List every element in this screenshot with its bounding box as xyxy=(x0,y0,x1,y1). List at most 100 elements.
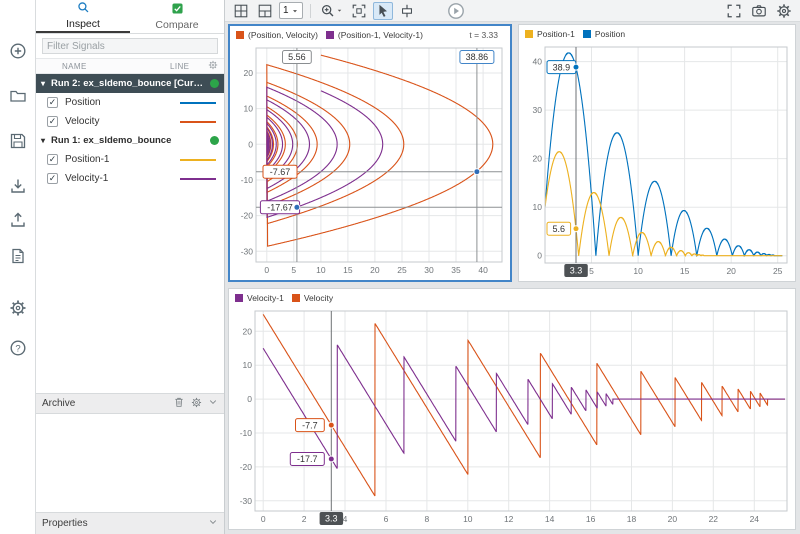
legend-swatch xyxy=(235,294,243,302)
gear-icon xyxy=(777,3,791,18)
gear-icon xyxy=(191,397,202,407)
plot-toolbar: 1 xyxy=(225,0,800,22)
properties-collapse-button[interactable] xyxy=(208,517,218,530)
run-row[interactable]: ▾ Run 2: ex_sldemo_bounce [Current] xyxy=(36,74,224,93)
fullscreen-button[interactable] xyxy=(724,2,744,20)
subplot-count-dropdown[interactable]: 1 xyxy=(279,2,303,19)
chevron-down-icon xyxy=(209,400,217,405)
y-tick-label: 10 xyxy=(533,202,543,212)
save-button[interactable] xyxy=(6,130,30,152)
y-tick-label: -20 xyxy=(240,462,253,472)
legend-item[interactable]: Position xyxy=(582,29,625,39)
chevron-down-icon xyxy=(209,520,217,525)
plot-settings-button[interactable] xyxy=(774,2,794,20)
velocity-plot[interactable]: Velocity-1 Velocity 0 2 4 6 8 10 12 14 16 18 20 22 24… xyxy=(228,288,796,530)
compare-check-icon xyxy=(171,3,183,14)
create-report-button[interactable] xyxy=(6,245,30,267)
cursor-value: -7.7 xyxy=(302,420,318,430)
open-button[interactable] xyxy=(6,85,30,107)
x-tick-label: 20 xyxy=(370,265,380,275)
cursor-value: -17.7 xyxy=(297,454,318,464)
y-tick-label: -30 xyxy=(241,246,254,256)
signal-line-swatch[interactable] xyxy=(180,120,216,123)
import-button[interactable] xyxy=(6,175,30,197)
y-tick-label: 40 xyxy=(533,57,543,67)
expand-caret-icon[interactable]: ▾ xyxy=(41,136,51,145)
legend-item[interactable]: (Position, Velocity) xyxy=(236,30,318,40)
tab-inspect-label: Inspect xyxy=(66,18,100,30)
simulation-data-inspector: ? Inspect Compare NAME LINE ▾Run 2: ex_s… xyxy=(0,0,800,534)
tab-compare[interactable]: Compare xyxy=(130,0,224,33)
signal-row[interactable]: ✓ Position xyxy=(36,93,224,112)
legend-item[interactable]: Position-1 xyxy=(525,29,575,39)
export-button[interactable] xyxy=(6,209,30,231)
time-cursor-tick-value: 3.3 xyxy=(325,514,338,524)
signal-line-swatch[interactable] xyxy=(180,158,216,161)
layout-button[interactable] xyxy=(231,2,251,20)
filter-signals-input[interactable] xyxy=(42,38,218,54)
legend-item[interactable]: Velocity-1 xyxy=(235,293,284,303)
properties-section-header[interactable]: Properties xyxy=(36,512,224,534)
velocity-plot-canvas[interactable]: 0 2 4 6 8 10 12 14 16 18 20 22 24-30-20-1001020-7.7-… xyxy=(229,307,795,529)
signal-checkbox[interactable]: ✓ xyxy=(47,154,58,165)
help-button[interactable]: ? xyxy=(6,337,30,359)
report-icon xyxy=(11,248,24,264)
x-tick-label: 25 xyxy=(773,266,783,276)
archive-label: Archive xyxy=(42,398,76,409)
camera-icon xyxy=(752,4,766,16)
pointer-mode-button[interactable] xyxy=(372,1,393,20)
x-tick-label: 8 xyxy=(425,514,430,524)
y-tick-label: 0 xyxy=(248,139,253,149)
cursor-value: -17.67 xyxy=(267,203,293,213)
column-name-header: NAME xyxy=(62,61,87,71)
position-plot-canvas[interactable]: 5 10 15 20 25 0 10 20 30 40 38.9 5.6 3.3 xyxy=(519,43,795,281)
signal-checkbox[interactable]: ✓ xyxy=(47,116,58,127)
replay-button[interactable] xyxy=(447,2,465,20)
archive-section-header[interactable]: Archive xyxy=(36,393,224,414)
x-tick-label: 35 xyxy=(451,265,461,275)
run-row[interactable]: ▾ Run 1: ex_sldemo_bounce xyxy=(36,131,224,150)
snapshot-button[interactable] xyxy=(749,2,769,20)
signal-line-swatch[interactable] xyxy=(180,101,216,104)
fit-to-view-button[interactable] xyxy=(349,2,369,20)
signal-label: Velocity xyxy=(65,116,100,127)
column-settings-button[interactable] xyxy=(208,60,218,72)
signal-checkbox[interactable]: ✓ xyxy=(47,173,58,184)
preferences-button[interactable] xyxy=(6,297,30,319)
signal-label: Position xyxy=(65,97,101,108)
play-icon xyxy=(448,3,464,19)
signal-row[interactable]: ✓ Velocity-1 xyxy=(36,169,224,188)
tab-inspect[interactable]: Inspect xyxy=(36,0,130,33)
legend-item[interactable]: (Position-1, Velocity-1) xyxy=(325,30,423,40)
x-tick-label: 10 xyxy=(316,265,326,275)
new-button[interactable] xyxy=(6,40,30,62)
data-cursors-button[interactable] xyxy=(397,2,417,20)
xy-plot-canvas[interactable]: 0 5 10 15 20 25 30 35 40 -30 -20 -10 0 10 20 5.56 38.86 -… xyxy=(230,44,510,280)
legend-item[interactable]: Velocity xyxy=(291,293,333,303)
y-tick-label: -20 xyxy=(241,211,254,221)
x-tick-label: 5 xyxy=(291,265,296,275)
signal-row[interactable]: ✓ Position-1 xyxy=(36,150,224,169)
x-tick-label: 2 xyxy=(302,514,307,524)
x-tick-label: 22 xyxy=(709,514,719,524)
archive-collapse-button[interactable] xyxy=(208,397,218,410)
run-label: Run 1: ex_sldemo_bounce xyxy=(51,135,172,146)
signal-checkbox[interactable]: ✓ xyxy=(47,97,58,108)
save-icon xyxy=(10,133,25,149)
signal-table-header: NAME LINE xyxy=(36,59,224,74)
expand-caret-icon[interactable]: ▾ xyxy=(41,79,51,88)
x-tick-label: 12 xyxy=(504,514,514,524)
archive-delete-button[interactable] xyxy=(173,396,185,411)
zoom-dropdown[interactable] xyxy=(318,2,345,20)
signal-line-swatch[interactable] xyxy=(180,177,216,180)
position-plot[interactable]: Position-1 Position 5 10 15 20 25 0 10 20 30 40 38.… xyxy=(518,24,796,282)
x-tick-label: 25 xyxy=(397,265,407,275)
signal-row[interactable]: ✓ Velocity xyxy=(36,112,224,131)
y-tick-label: -30 xyxy=(240,496,253,506)
xy-plot[interactable]: (Position, Velocity) (Position-1, Velocit… xyxy=(228,24,512,282)
column-line-header: LINE xyxy=(170,61,190,71)
edit-view-button[interactable] xyxy=(255,2,275,20)
signal-panel: Inspect Compare NAME LINE ▾Run 2: ex_sld… xyxy=(36,0,225,534)
signal-tree: ▾ Run 2: ex_sldemo_bounce [Current] ✓ Posit… xyxy=(36,74,224,188)
archive-settings-button[interactable] xyxy=(191,397,202,411)
